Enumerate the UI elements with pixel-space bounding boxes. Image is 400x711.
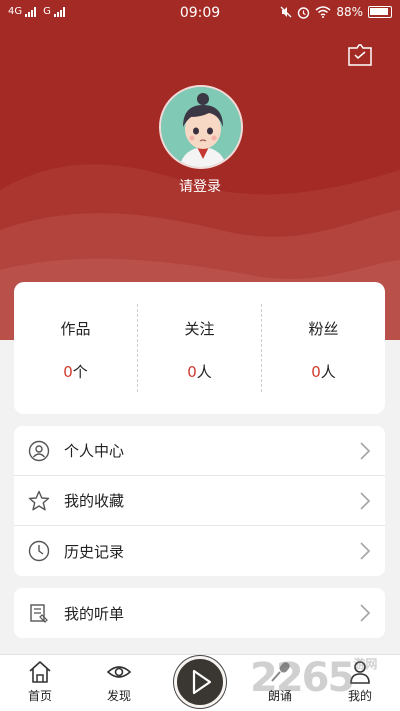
avatar-image <box>161 87 241 167</box>
stat-label: 粉丝 <box>308 320 339 338</box>
watermark-logo: 2265游网 <box>250 655 378 701</box>
stat-fans[interactable]: 粉丝 0人 <box>261 304 385 392</box>
battery-icon <box>368 6 392 18</box>
menu-item-favorites[interactable]: 我的收藏 <box>14 476 385 526</box>
alarm-icon <box>298 6 310 19</box>
wifi-icon <box>315 6 331 18</box>
status-bar: 4G G 09:09 88% <box>0 0 400 28</box>
home-icon <box>29 661 51 683</box>
eye-icon <box>106 666 132 678</box>
tab-label: 发现 <box>106 689 131 703</box>
checkin-icon[interactable] <box>347 44 373 66</box>
clock-icon <box>28 540 50 562</box>
menu-label: 我的收藏 <box>64 492 125 510</box>
chevron-right-icon <box>360 604 371 622</box>
menu-card-main: 个人中心 我的收藏 历史记录 <box>14 426 385 576</box>
menu-item-history[interactable]: 历史记录 <box>14 526 385 576</box>
playlist-icon <box>30 604 48 623</box>
user-icon <box>28 440 50 461</box>
menu-label: 我的听单 <box>64 604 125 623</box>
stats-card: 作品 0个 关注 0人 粉丝 0人 <box>14 282 385 414</box>
stat-following[interactable]: 关注 0人 <box>137 304 261 392</box>
tab-home[interactable]: 首页 <box>5 655 75 711</box>
chevron-right-icon <box>360 442 371 460</box>
menu-item-playlist[interactable]: 我的听单 <box>14 588 385 638</box>
menu-label: 个人中心 <box>64 442 125 460</box>
stat-works[interactable]: 作品 0个 <box>14 282 137 414</box>
avatar[interactable] <box>159 85 243 169</box>
tab-discover[interactable]: 发现 <box>84 655 154 711</box>
stat-label: 关注 <box>184 320 215 338</box>
stat-value: 0人 <box>187 363 212 381</box>
menu-card-secondary: 我的听单 <box>14 588 385 638</box>
chevron-right-icon <box>360 542 371 560</box>
login-prompt[interactable]: 请登录 <box>0 176 400 196</box>
tab-label: 首页 <box>27 689 52 703</box>
menu-item-profile-center[interactable]: 个人中心 <box>14 426 385 476</box>
play-icon <box>192 669 212 695</box>
star-icon <box>28 490 50 510</box>
play-button[interactable] <box>174 656 226 708</box>
battery-percent: 88% <box>336 5 363 19</box>
menu-label: 历史记录 <box>64 542 125 561</box>
chevron-right-icon <box>360 492 371 510</box>
stat-value: 0个 <box>63 363 88 381</box>
stat-value: 0人 <box>311 363 336 381</box>
stat-label: 作品 <box>60 320 91 338</box>
mute-icon <box>280 6 292 18</box>
